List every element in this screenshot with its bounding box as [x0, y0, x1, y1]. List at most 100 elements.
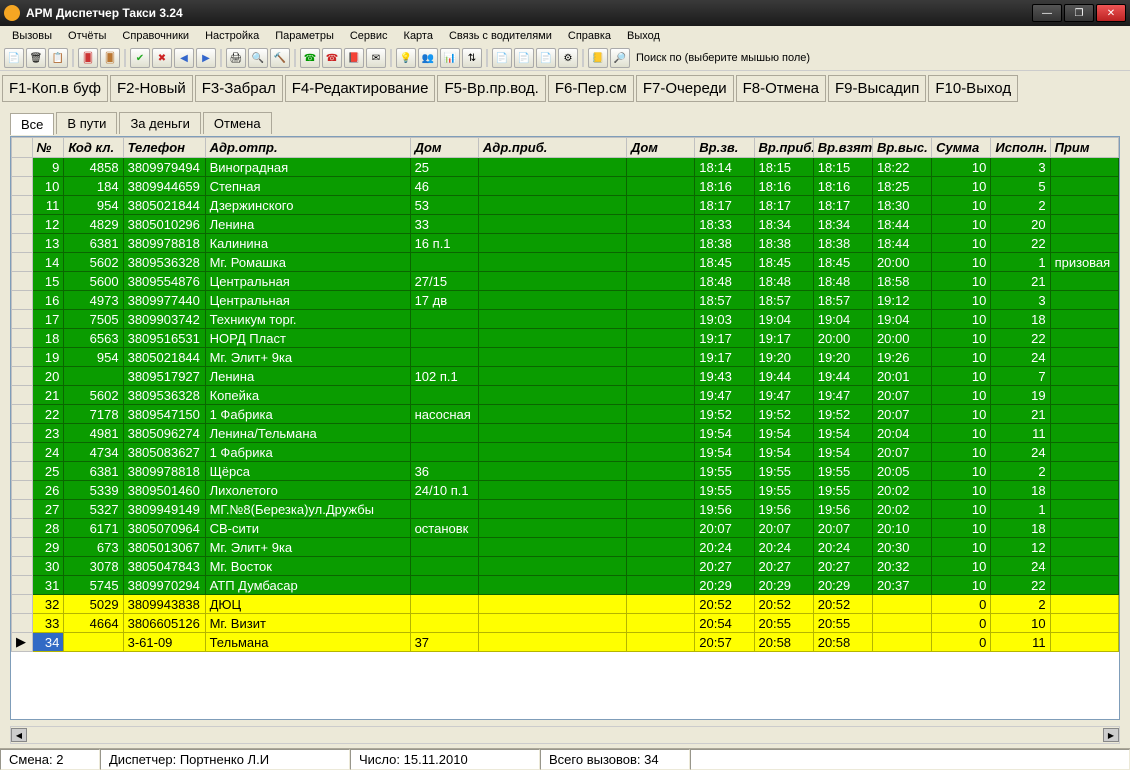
menu-1[interactable]: Отчёты	[60, 28, 114, 44]
cell-18-3[interactable]: МГ.№8(Березка)ул.Дружбы	[205, 500, 410, 519]
cell-7-9[interactable]: 18:57	[813, 291, 872, 310]
cell-7-11[interactable]: 10	[932, 291, 991, 310]
menu-9[interactable]: Выход	[619, 28, 668, 44]
cell-25-3[interactable]: Тельмана	[205, 633, 410, 652]
cell-25-7[interactable]: 20:57	[695, 633, 754, 652]
cell-13-0[interactable]: 22	[32, 405, 64, 424]
cell-3-12[interactable]: 20	[991, 215, 1050, 234]
cell-20-7[interactable]: 20:24	[695, 538, 754, 557]
cell-9-1[interactable]: 6563	[64, 329, 123, 348]
cell-9-11[interactable]: 10	[932, 329, 991, 348]
cell-20-8[interactable]: 20:24	[754, 538, 813, 557]
cell-11-3[interactable]: Ленина	[205, 367, 410, 386]
cell-23-5[interactable]	[478, 595, 626, 614]
cell-5-10[interactable]: 20:00	[872, 253, 931, 272]
cell-15-0[interactable]: 24	[32, 443, 64, 462]
cell-11-12[interactable]: 7	[991, 367, 1050, 386]
toolbar-cards2-icon[interactable]: 🂠	[100, 48, 120, 68]
toolbar-sort-icon[interactable]: ⇅	[462, 48, 482, 68]
cell-25-1[interactable]	[64, 633, 123, 652]
toolbar-search-icon[interactable]: 🔍	[248, 48, 268, 68]
cell-14-10[interactable]: 20:04	[872, 424, 931, 443]
cell-20-5[interactable]	[478, 538, 626, 557]
cell-1-0[interactable]: 10	[32, 177, 64, 196]
cell-17-5[interactable]	[478, 481, 626, 500]
cell-5-13[interactable]: призовая	[1050, 253, 1118, 272]
cell-23-1[interactable]: 5029	[64, 595, 123, 614]
cell-19-6[interactable]	[626, 519, 694, 538]
cell-21-5[interactable]	[478, 557, 626, 576]
cell-11-11[interactable]: 10	[932, 367, 991, 386]
cell-3-8[interactable]: 18:34	[754, 215, 813, 234]
cell-0-10[interactable]: 18:22	[872, 158, 931, 177]
cell-13-11[interactable]: 10	[932, 405, 991, 424]
cell-3-6[interactable]	[626, 215, 694, 234]
cell-25-4[interactable]: 37	[410, 633, 478, 652]
cell-18-11[interactable]: 10	[932, 500, 991, 519]
cell-24-7[interactable]: 20:54	[695, 614, 754, 633]
cell-16-10[interactable]: 20:05	[872, 462, 931, 481]
cell-3-0[interactable]: 12	[32, 215, 64, 234]
cell-2-4[interactable]: 53	[410, 196, 478, 215]
cell-6-7[interactable]: 18:48	[695, 272, 754, 291]
toolbar-notes-icon[interactable]: 📒	[588, 48, 608, 68]
cell-21-4[interactable]	[410, 557, 478, 576]
cell-17-3[interactable]: Лихолетого	[205, 481, 410, 500]
cell-16-2[interactable]: 3809978818	[123, 462, 205, 481]
cell-19-0[interactable]: 28	[32, 519, 64, 538]
fkey-4[interactable]: F4-Редактирование	[285, 75, 436, 102]
cell-7-4[interactable]: 17 дв	[410, 291, 478, 310]
cell-10-4[interactable]	[410, 348, 478, 367]
row-marker[interactable]	[12, 576, 33, 595]
cell-2-1[interactable]: 954	[64, 196, 123, 215]
cell-13-3[interactable]: 1 Фабрика	[205, 405, 410, 424]
cell-7-6[interactable]	[626, 291, 694, 310]
cell-15-2[interactable]: 3805083627	[123, 443, 205, 462]
cell-0-9[interactable]: 18:15	[813, 158, 872, 177]
cell-2-7[interactable]: 18:17	[695, 196, 754, 215]
cell-4-9[interactable]: 18:38	[813, 234, 872, 253]
menu-2[interactable]: Справочники	[114, 28, 197, 44]
cell-8-5[interactable]	[478, 310, 626, 329]
toolbar-bulb-icon[interactable]: 💡	[396, 48, 416, 68]
horizontal-scrollbar[interactable]: ◀ ▶	[10, 726, 1120, 744]
row-marker[interactable]	[12, 291, 33, 310]
cell-12-12[interactable]: 19	[991, 386, 1050, 405]
cell-9-9[interactable]: 20:00	[813, 329, 872, 348]
cell-0-11[interactable]: 10	[932, 158, 991, 177]
cell-10-0[interactable]: 19	[32, 348, 64, 367]
col-header-7[interactable]: Вр.зв.	[695, 138, 754, 158]
cell-18-12[interactable]: 1	[991, 500, 1050, 519]
cell-8-2[interactable]: 3809903742	[123, 310, 205, 329]
cell-1-7[interactable]: 18:16	[695, 177, 754, 196]
row-marker[interactable]	[12, 253, 33, 272]
cell-23-2[interactable]: 3809943838	[123, 595, 205, 614]
cell-1-4[interactable]: 46	[410, 177, 478, 196]
cell-6-9[interactable]: 18:48	[813, 272, 872, 291]
cell-14-11[interactable]: 10	[932, 424, 991, 443]
cell-8-7[interactable]: 19:03	[695, 310, 754, 329]
cell-9-2[interactable]: 3809516531	[123, 329, 205, 348]
cell-8-10[interactable]: 19:04	[872, 310, 931, 329]
cell-14-0[interactable]: 23	[32, 424, 64, 443]
cell-13-2[interactable]: 3809547150	[123, 405, 205, 424]
cell-12-9[interactable]: 19:47	[813, 386, 872, 405]
toolbar-hammer-icon[interactable]: 🔨	[270, 48, 290, 68]
cell-16-3[interactable]: Щёрса	[205, 462, 410, 481]
cell-5-12[interactable]: 1	[991, 253, 1050, 272]
cell-16-0[interactable]: 25	[32, 462, 64, 481]
cell-2-11[interactable]: 10	[932, 196, 991, 215]
cell-11-1[interactable]	[64, 367, 123, 386]
cell-10-1[interactable]: 954	[64, 348, 123, 367]
row-marker[interactable]	[12, 500, 33, 519]
cell-10-6[interactable]	[626, 348, 694, 367]
row-marker[interactable]	[12, 272, 33, 291]
cell-17-11[interactable]: 10	[932, 481, 991, 500]
cell-18-8[interactable]: 19:56	[754, 500, 813, 519]
cell-14-9[interactable]: 19:54	[813, 424, 872, 443]
tab-0[interactable]: Все	[10, 113, 54, 135]
cell-11-5[interactable]	[478, 367, 626, 386]
cell-1-9[interactable]: 18:16	[813, 177, 872, 196]
cell-16-8[interactable]: 19:55	[754, 462, 813, 481]
cell-24-2[interactable]: 3806605126	[123, 614, 205, 633]
